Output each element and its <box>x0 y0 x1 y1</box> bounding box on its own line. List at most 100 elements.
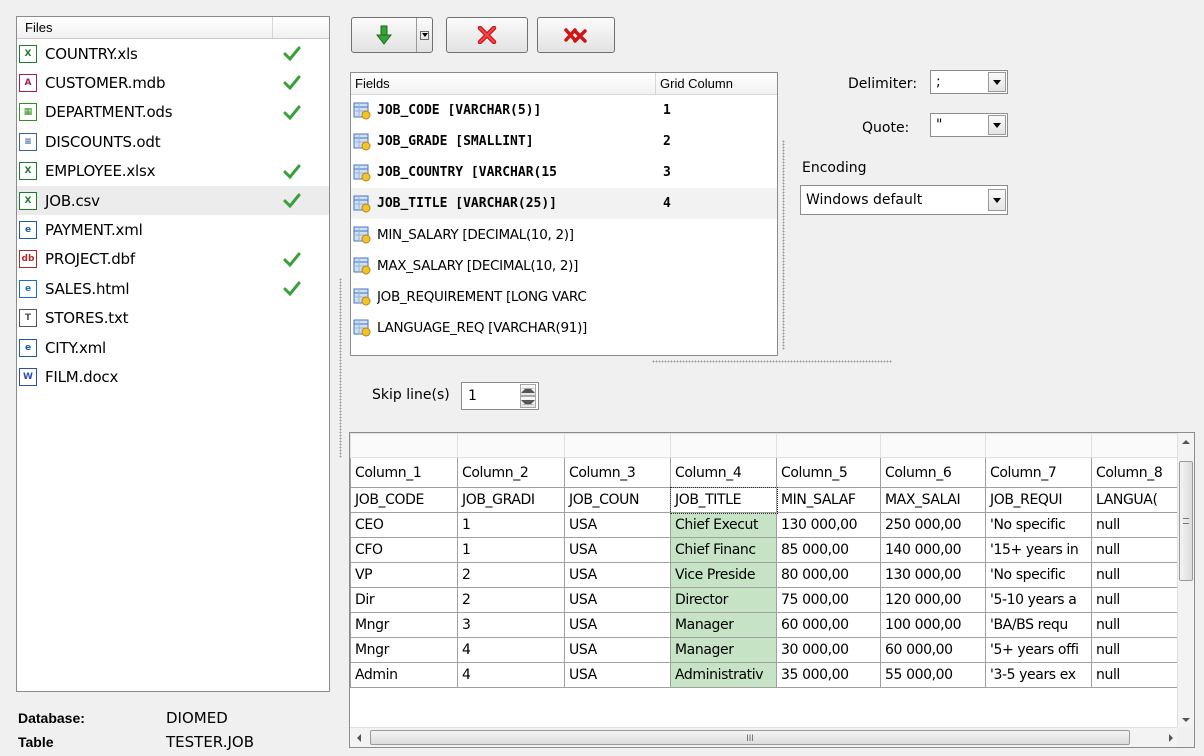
grid-cell[interactable]: null <box>1091 562 1182 588</box>
grid-cell[interactable]: Chief Execut <box>670 512 777 538</box>
grid-cell[interactable]: JOB_CODE <box>350 487 458 513</box>
file-list-item[interactable]: db PROJECT.dbf <box>17 245 329 274</box>
file-list-item[interactable]: A CUSTOMER.mdb <box>17 68 329 97</box>
grid-cell[interactable]: 2 <box>457 587 565 613</box>
grid-cell[interactable]: USA <box>564 637 671 663</box>
grid-cell[interactable]: JOB_GRADI <box>457 487 565 513</box>
grid-column-header[interactable]: Column_4 <box>670 457 777 488</box>
table-row[interactable]: VP 2 USA Vice Preside 80 000,00 130 000,00 'No… <box>350 562 1182 588</box>
file-list-item[interactable]: e SALES.html <box>17 274 329 303</box>
file-list-item[interactable]: e CITY.xml <box>17 333 329 362</box>
grid-cell[interactable]: 4 <box>457 662 565 688</box>
field-list-item[interactable]: JOB_COUNTRY [VARCHAR(15 3 <box>351 157 777 188</box>
grid-cell[interactable]: Vice Preside <box>670 562 777 588</box>
grid-cell[interactable]: 75 000,00 <box>776 587 881 613</box>
add-mapping-button[interactable] <box>351 17 433 53</box>
grid-cell[interactable]: 120 000,00 <box>880 587 986 613</box>
grid-cell[interactable]: LANGUA( <box>1091 487 1182 513</box>
grid-cell[interactable]: null <box>1091 637 1182 663</box>
grid-cell[interactable]: 130 000,00 <box>776 512 881 538</box>
grid-cell[interactable]: null <box>1091 662 1182 688</box>
grid-cell[interactable]: null <box>1091 512 1182 538</box>
grid-cell[interactable]: Manager <box>670 637 777 663</box>
grid-cell[interactable]: '15+ years in <box>985 537 1092 563</box>
grid-cell[interactable]: 80 000,00 <box>776 562 881 588</box>
horizontal-scroll-thumb[interactable]: III <box>370 730 1130 745</box>
grid-cell[interactable]: USA <box>564 612 671 638</box>
vertical-scroll-thumb[interactable] <box>1179 461 1193 581</box>
table-row[interactable]: Dir 2 USA Director 75 000,00 120 000,00'5-10 … <box>350 587 1182 613</box>
grid-cell[interactable]: null <box>1091 612 1182 638</box>
field-list-item[interactable]: MAX_SALARY [DECIMAL(10, 2)] <box>351 250 777 281</box>
splitter-handle-horizontal[interactable] <box>652 360 892 363</box>
file-list-item[interactable]: X EMPLOYEE.xlsx <box>17 157 329 186</box>
spin-down-button[interactable] <box>520 396 536 408</box>
table-row[interactable]: Admin 4 USA Administrativ 35 000,00 55 000,00… <box>350 662 1182 688</box>
grid-cell[interactable]: Admin <box>350 662 458 688</box>
spin-up-button[interactable] <box>520 384 536 396</box>
grid-cell[interactable]: JOB_COUN <box>564 487 671 513</box>
grid-column-header[interactable]: Column_6 <box>880 457 986 488</box>
grid-cell[interactable]: 60 000,00 <box>880 637 986 663</box>
grid-cell[interactable]: 85 000,00 <box>776 537 881 563</box>
preview-grid[interactable]: Column_1 Column_2 Column_3 Column_4 Column_5… <box>349 432 1195 748</box>
grid-column-header[interactable]: Column_7 <box>985 457 1092 488</box>
encoding-dropdown-button[interactable] <box>988 189 1006 211</box>
preview-table[interactable]: Column_1 Column_2 Column_3 Column_4 Column_5… <box>350 433 1182 688</box>
grid-cell[interactable]: 55 000,00 <box>880 662 986 688</box>
grid-cell[interactable]: 4 <box>457 637 565 663</box>
grid-cell[interactable]: 30 000,00 <box>776 637 881 663</box>
grid-column-header[interactable]: Column_3 <box>564 457 671 488</box>
grid-cell[interactable]: MIN_SALAF <box>776 487 881 513</box>
table-row[interactable]: JOB_CODE JOB_GRADI JOB_COUN JOB_TITLE MIN_SA… <box>350 486 1182 514</box>
grid-cell[interactable]: VP <box>350 562 458 588</box>
grid-cell[interactable]: 100 000,00 <box>880 612 986 638</box>
field-list-item[interactable]: JOB_TITLE [VARCHAR(25)] 4 <box>351 188 777 219</box>
grid-cell[interactable]: Manager <box>670 612 777 638</box>
delimiter-select[interactable]: ; <box>930 70 1008 94</box>
table-row[interactable]: CFO 1 USA Chief Financ 85 000,00 140 000,00'1… <box>350 537 1182 563</box>
grid-cell[interactable]: JOB_TITLE <box>669 486 778 514</box>
grid-cell[interactable]: Mngr <box>350 612 458 638</box>
splitter-handle-vertical[interactable] <box>339 278 342 458</box>
field-list-item[interactable]: MIN_SALARY [DECIMAL(10, 2)] <box>351 219 777 250</box>
file-list-item[interactable]: ≡ DISCOUNTS.odt <box>17 127 329 156</box>
grid-cell[interactable]: USA <box>564 562 671 588</box>
grid-cell[interactable]: '3-5 years ex <box>985 662 1092 688</box>
table-row[interactable]: Mngr 4 USA Manager 30 000,00 60 000,00'5+ yea… <box>350 637 1182 663</box>
field-list-item[interactable]: JOB_CODE [VARCHAR(5)] 1 <box>351 95 777 126</box>
splitter-handle-fields[interactable] <box>782 140 785 350</box>
scroll-left-button[interactable] <box>350 728 367 747</box>
encoding-select[interactable]: Windows default <box>800 185 1008 215</box>
grid-cell[interactable]: 250 000,00 <box>880 512 986 538</box>
grid-cell[interactable]: 140 000,00 <box>880 537 986 563</box>
grid-cell[interactable]: Chief Financ <box>670 537 777 563</box>
grid-cell[interactable]: 1 <box>457 537 565 563</box>
grid-cell[interactable]: '5+ years offi <box>985 637 1092 663</box>
scroll-up-button[interactable] <box>1178 433 1194 450</box>
grid-cell[interactable]: 'No specific <box>985 512 1092 538</box>
grid-cell[interactable]: 'BA/BS requ <box>985 612 1092 638</box>
vertical-scrollbar[interactable] <box>1177 433 1194 728</box>
file-list-item[interactable]: T STORES.txt <box>17 304 329 333</box>
quote-dropdown-button[interactable] <box>988 115 1006 135</box>
file-list-item[interactable]: X COUNTRY.xls <box>17 39 329 68</box>
file-list-item[interactable]: e PAYMENT.xml <box>17 215 329 244</box>
skip-lines-value[interactable]: 1 <box>462 388 520 404</box>
field-list-item[interactable]: JOB_REQUIREMENT [LONG VARC <box>351 281 777 312</box>
field-list-item[interactable]: JOB_GRADE [SMALLINT] 2 <box>351 126 777 157</box>
grid-column-header[interactable]: Column_5 <box>776 457 881 488</box>
grid-cell[interactable]: CFO <box>350 537 458 563</box>
quote-select[interactable]: " <box>930 113 1008 137</box>
remove-mapping-button[interactable] <box>446 17 528 53</box>
grid-cell[interactable]: 2 <box>457 562 565 588</box>
remove-all-mappings-button[interactable] <box>537 17 615 53</box>
file-list-item[interactable]: ▦ DEPARTMENT.ods <box>17 98 329 127</box>
grid-cell[interactable]: USA <box>564 587 671 613</box>
grid-column-header[interactable]: Column_1 <box>350 457 458 488</box>
scroll-down-button[interactable] <box>1178 711 1194 728</box>
grid-cell[interactable]: null <box>1091 587 1182 613</box>
grid-cell[interactable]: 130 000,00 <box>880 562 986 588</box>
field-list-item[interactable]: LANGUAGE_REQ [VARCHAR(91)] <box>351 312 777 343</box>
grid-cell[interactable]: Administrativ <box>670 662 777 688</box>
